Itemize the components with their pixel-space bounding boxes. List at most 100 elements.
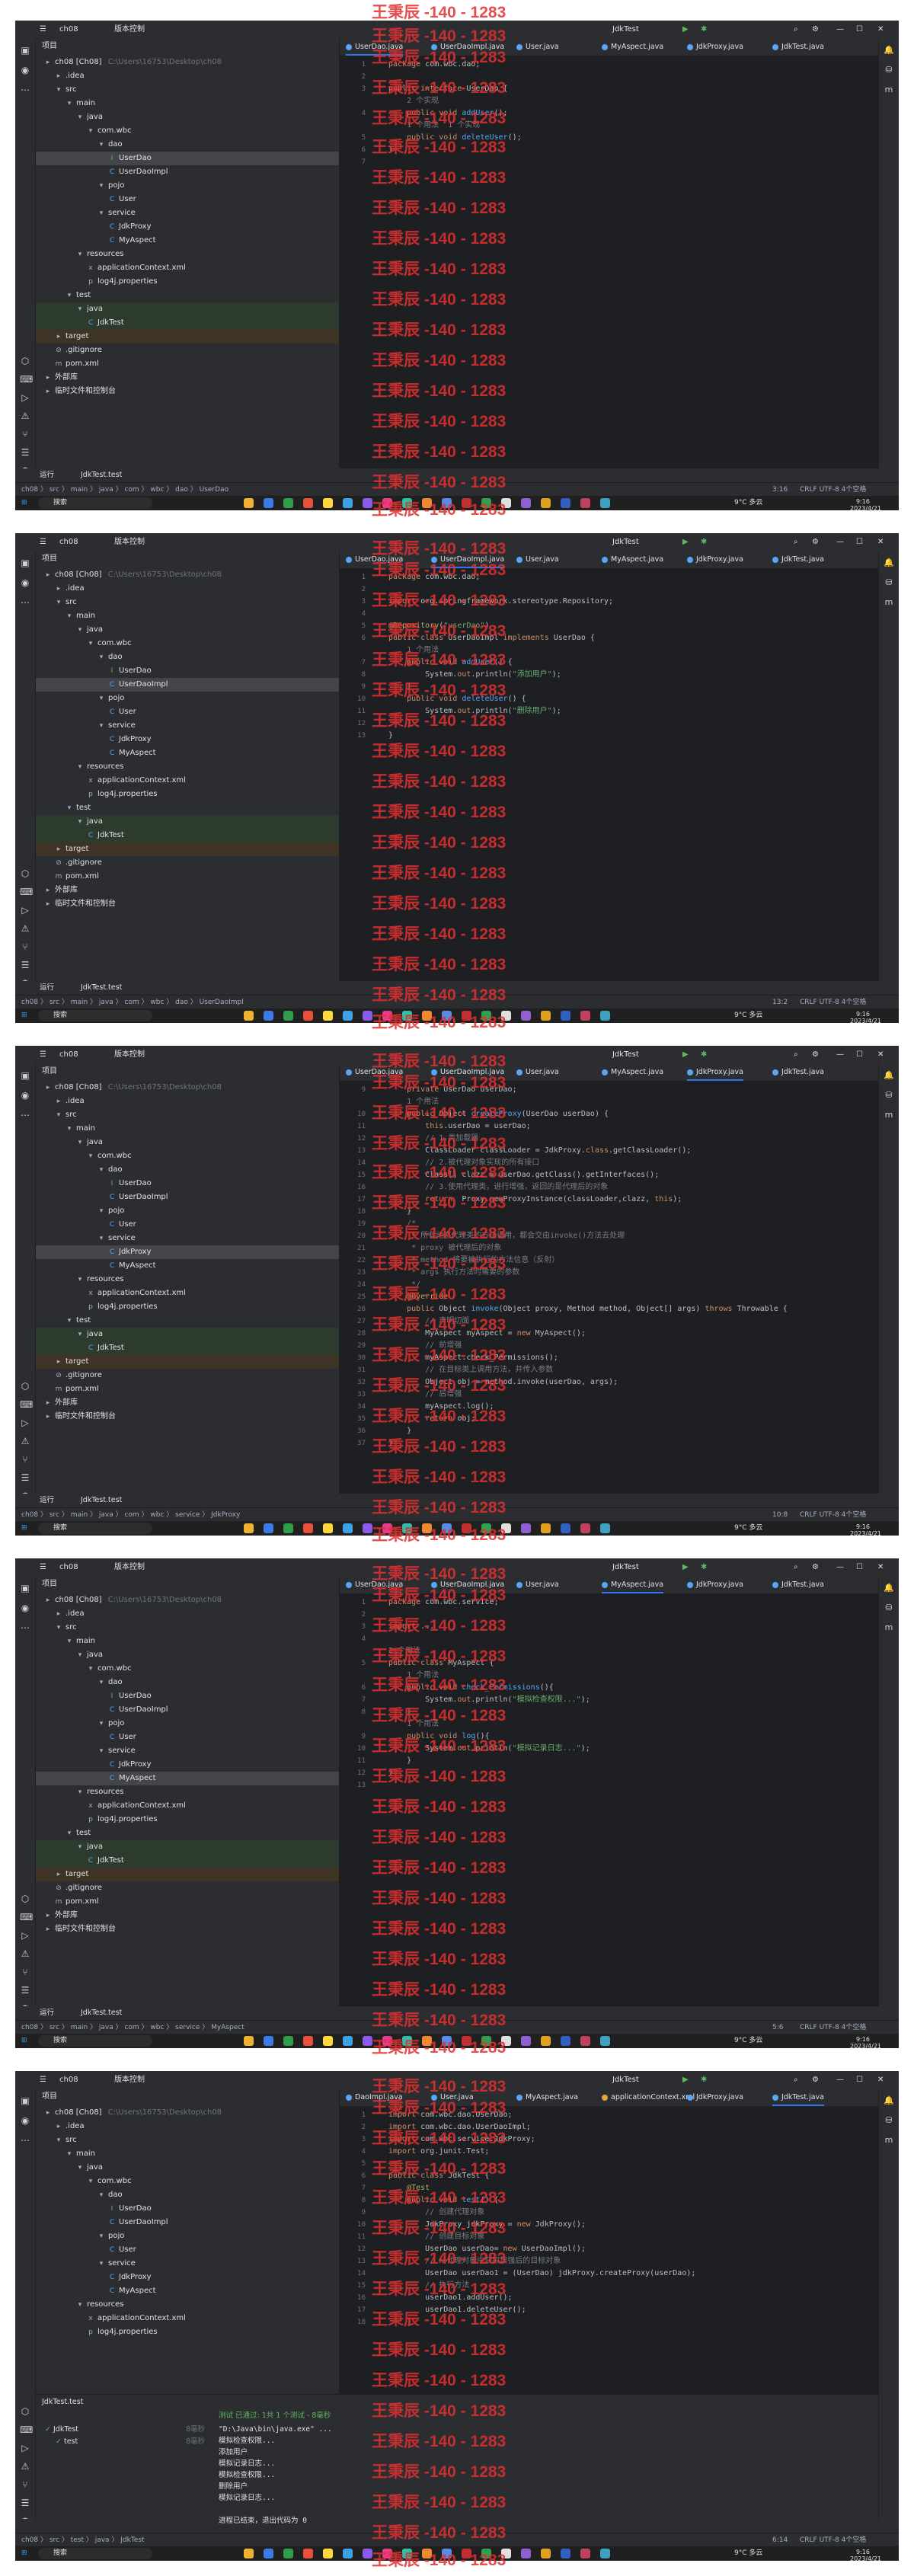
breadcrumb[interactable]: ch08 〉 src 〉 main 〉 java 〉 com 〉 wbc 〉 d…: [21, 996, 244, 1009]
run-config-selector[interactable]: JdkTest: [612, 1558, 639, 1577]
project-name-menu[interactable]: ch08: [59, 533, 78, 551]
run-config-tab[interactable]: JdkTest.test: [81, 468, 122, 482]
problems-icon[interactable]: ⚠: [20, 1436, 30, 1446]
editor-tab[interactable]: JdkProxy.java: [687, 551, 743, 568]
todo-icon[interactable]: ☰: [20, 447, 30, 458]
taskbar-app-icon[interactable]: [303, 498, 313, 508]
notifications-icon[interactable]: 🔔: [884, 1583, 894, 1593]
search-icon[interactable]: ⌕: [794, 1046, 798, 1064]
taskbar-app-icon[interactable]: [303, 2549, 313, 2558]
tree-item[interactable]: ▾ main: [36, 609, 339, 623]
run-config-tab[interactable]: JdkTest.test: [81, 981, 122, 995]
taskbar-app-icon[interactable]: [283, 1011, 293, 1021]
git-icon[interactable]: ⑂: [20, 1967, 30, 1977]
cursor-position[interactable]: 10:8: [772, 1508, 788, 1522]
tree-item[interactable]: ▾ java: [36, 1840, 339, 1854]
project-name-menu[interactable]: ch08: [59, 2071, 78, 2089]
taskbar-search[interactable]: 搜索: [38, 497, 152, 509]
encoding-info[interactable]: CRLF UTF-8 4个空格: [800, 2021, 866, 2034]
tree-item[interactable]: C JdkProxy: [36, 1245, 339, 1259]
commit-icon[interactable]: ◉: [20, 65, 30, 75]
maximize-icon[interactable]: ☐: [856, 1558, 863, 1577]
tree-item[interactable]: C User: [36, 1218, 339, 1232]
tree-item[interactable]: x applicationContext.xml: [36, 1286, 339, 1300]
tree-item[interactable]: ▾ main: [36, 1635, 339, 1648]
tree-item[interactable]: ▾ pojo: [36, 1717, 339, 1731]
windows-start-icon[interactable]: ⊞: [21, 2035, 27, 2047]
editor-tab[interactable]: MyAspect.java: [516, 2089, 578, 2106]
editor-tab[interactable]: JdkProxy.java: [687, 1064, 743, 1081]
maven-icon[interactable]: m: [884, 85, 894, 95]
maven-icon[interactable]: m: [884, 597, 894, 608]
taskbar-app-icon[interactable]: [541, 498, 551, 508]
tree-item[interactable]: C User: [36, 705, 339, 719]
tree-item[interactable]: ▸ target: [36, 330, 339, 344]
editor-tab[interactable]: JdkTest.java: [772, 551, 824, 568]
terminal-icon[interactable]: ⌨: [20, 1912, 33, 1922]
tree-item[interactable]: ▾ pojo: [36, 179, 339, 193]
run-config-selector[interactable]: JdkTest: [612, 21, 639, 39]
tree-item[interactable]: ▾ resources: [36, 2298, 339, 2312]
tree-item[interactable]: C User: [36, 2243, 339, 2257]
gear-icon[interactable]: ⚙: [812, 533, 819, 551]
tree-item[interactable]: ▸ ch08 [Ch08] C:\Users\16753\Desktop\ch08: [36, 2106, 339, 2120]
run-tool-icon[interactable]: ▷: [20, 2443, 30, 2453]
tree-item[interactable]: ▾ com.wbc: [36, 1149, 339, 1163]
tree-item[interactable]: ▾ service: [36, 1744, 339, 1758]
run-tool-tab[interactable]: 运行: [40, 981, 54, 995]
run-config-selector[interactable]: JdkTest: [612, 2071, 639, 2089]
editor-tab[interactable]: JdkTest.java: [772, 2089, 824, 2106]
tree-item[interactable]: ▾ main: [36, 97, 339, 110]
gear-icon[interactable]: ⚙: [812, 1046, 819, 1064]
folder-icon[interactable]: ▣: [20, 558, 30, 568]
taskbar-app-icon[interactable]: [244, 1523, 254, 1533]
tree-item[interactable]: ▸ ch08 [Ch08] C:\Users\16753\Desktop\ch08: [36, 568, 339, 582]
database-icon[interactable]: ⛁: [884, 1603, 894, 1613]
tree-item[interactable]: p log4j.properties: [36, 788, 339, 801]
problems-icon[interactable]: ⚠: [20, 1948, 30, 1959]
tree-item[interactable]: ▾ service: [36, 1232, 339, 1245]
tree-item[interactable]: ▸ ch08 [Ch08] C:\Users\16753\Desktop\ch08: [36, 1081, 339, 1095]
close-icon[interactable]: ✕: [877, 533, 884, 551]
tree-item[interactable]: C MyAspect: [36, 2284, 339, 2298]
maximize-icon[interactable]: ☐: [856, 1046, 863, 1064]
structure-icon[interactable]: ⋯: [20, 1622, 30, 1633]
taskbar-search[interactable]: 搜索: [38, 1010, 152, 1021]
vcs-menu[interactable]: 版本控制: [114, 1046, 145, 1064]
structure-icon[interactable]: ⋯: [20, 597, 30, 608]
editor-tab[interactable]: MyAspect.java: [602, 39, 663, 56]
tree-item[interactable]: ▸ 外部库: [36, 1396, 339, 1410]
minimize-icon[interactable]: —: [836, 21, 844, 39]
tree-item[interactable]: ▾ resources: [36, 760, 339, 774]
tree-item[interactable]: C JdkProxy: [36, 2271, 339, 2284]
tree-item[interactable]: x applicationContext.xml: [36, 774, 339, 788]
taskbar-app-icon[interactable]: [600, 2036, 610, 2046]
commit-icon[interactable]: ◉: [20, 2115, 30, 2126]
tree-item[interactable]: ▾ java: [36, 110, 339, 124]
terminal-icon[interactable]: ⌨: [20, 887, 33, 897]
taskbar-app-icon[interactable]: [561, 1523, 570, 1533]
taskbar-app-icon[interactable]: [264, 2549, 273, 2558]
taskbar-app-icon[interactable]: [323, 498, 333, 508]
tree-item[interactable]: ▾ java: [36, 1136, 339, 1149]
tree-item[interactable]: m pom.xml: [36, 1895, 339, 1909]
editor-tab[interactable]: MyAspect.java: [602, 551, 663, 568]
taskbar-app-icon[interactable]: [244, 2549, 254, 2558]
tree-item[interactable]: ▸ .idea: [36, 1095, 339, 1108]
tree-item[interactable]: ▾ service: [36, 2257, 339, 2271]
taskbar-app-icon[interactable]: [283, 1523, 293, 1533]
tree-item[interactable]: ▾ resources: [36, 248, 339, 261]
cursor-position[interactable]: 13:2: [772, 996, 788, 1009]
maven-icon[interactable]: m: [884, 2135, 894, 2146]
cursor-position[interactable]: 6:14: [772, 2533, 788, 2547]
editor-tab[interactable]: JdkProxy.java: [687, 2089, 743, 2106]
tree-item[interactable]: ▾ main: [36, 2147, 339, 2161]
run-tool-icon[interactable]: ▷: [20, 1417, 30, 1428]
breadcrumb[interactable]: ch08 〉 src 〉 main 〉 java 〉 com 〉 wbc 〉 s…: [21, 2021, 244, 2034]
run-icon[interactable]: ▶: [682, 1046, 689, 1064]
tree-item[interactable]: C JdkTest: [36, 1854, 339, 1868]
taskbar-app-icon[interactable]: [561, 2036, 570, 2046]
tree-item[interactable]: ▸ 外部库: [36, 371, 339, 385]
tree-item[interactable]: ⊘ .gitignore: [36, 1369, 339, 1382]
run-config-selector[interactable]: JdkTest: [612, 1046, 639, 1064]
